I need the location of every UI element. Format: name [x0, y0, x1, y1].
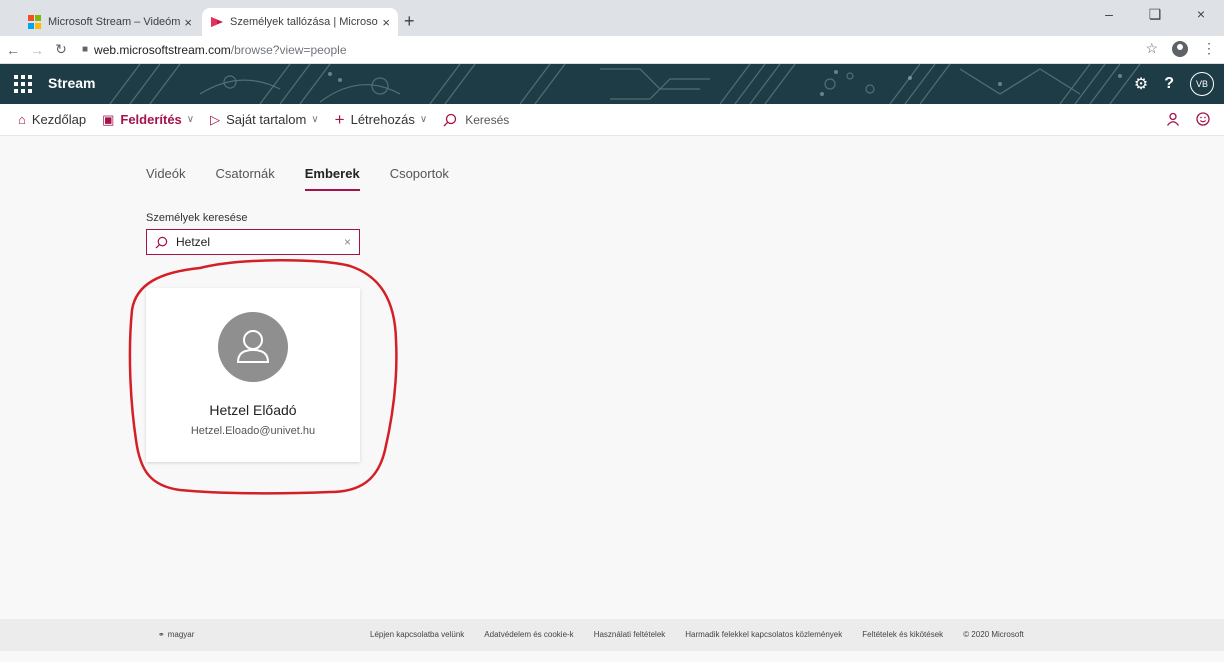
tab-title: Microsoft Stream – Videómegosz: [48, 16, 181, 28]
app-brand[interactable]: Stream: [48, 75, 95, 91]
pivot-groups[interactable]: Csoportok: [390, 166, 449, 191]
bookmark-star-icon[interactable]: ☆: [1145, 40, 1158, 57]
language-label: magyar: [167, 630, 195, 639]
forward-arrow-icon[interactable]: →: [26, 42, 48, 58]
stream-play-icon: [211, 17, 223, 27]
footer-link-privacy[interactable]: Adatvédelem és cookie-k: [484, 630, 573, 639]
reload-icon[interactable]: ↻: [50, 41, 72, 58]
search-icon: [155, 236, 168, 248]
nav-discover[interactable]: ▣ Felderítés ∨: [102, 112, 194, 128]
smiley-feedback-icon[interactable]: [1196, 112, 1210, 126]
person-avatar: [218, 312, 288, 382]
language-selector[interactable]: ⚭ magyar: [158, 630, 194, 639]
nav-search-label: Keresés: [465, 112, 510, 127]
url-field[interactable]: web.microsoftstream.com/browse?view=peop…: [94, 43, 346, 57]
search-icon: [443, 113, 457, 126]
tab-title: Személyek tallózása | Microsoft S: [230, 16, 379, 28]
person-placeholder-icon: [236, 330, 270, 363]
people-search-label: Személyek keresése: [146, 212, 248, 224]
app-header: Stream ⚙ ? VB: [0, 64, 1224, 104]
pivot-channels[interactable]: Csatornák: [216, 166, 275, 191]
url-host: web.microsoftstream.com: [94, 42, 231, 57]
nav-my-content[interactable]: ▷ Saját tartalom ∨: [210, 112, 319, 128]
browse-pivots: Videók Csatornák Emberek Csoportok: [146, 166, 479, 191]
lock-icon: ■: [82, 44, 89, 55]
person-icon[interactable]: [1166, 112, 1180, 126]
back-arrow-icon[interactable]: ←: [2, 42, 24, 58]
browser-tab-stream-video[interactable]: Microsoft Stream – Videómegosz ×: [20, 8, 200, 36]
new-tab-button[interactable]: +: [404, 12, 415, 30]
page-bottom: [0, 651, 1224, 662]
nav-create[interactable]: + Létrehozás ∨: [335, 110, 428, 130]
header-circuit-pattern: [109, 64, 1141, 104]
footer-link-contact[interactable]: Lépjen kapcsolatba velünk: [370, 630, 464, 639]
chevron-down-icon: ∨: [419, 114, 428, 125]
nav-my-content-label: Saját tartalom: [226, 112, 307, 127]
footer-link-terms-of-use[interactable]: Használati feltételek: [594, 630, 666, 639]
help-icon[interactable]: ?: [1164, 75, 1174, 93]
profile-icon[interactable]: [1172, 40, 1188, 57]
window-controls: – ❑ ×: [1086, 0, 1224, 28]
menu-kebab-icon[interactable]: ⋮: [1202, 40, 1216, 57]
app-launcher-icon[interactable]: [14, 75, 32, 93]
settings-gear-icon[interactable]: ⚙: [1134, 74, 1148, 94]
chevron-down-icon: ∨: [311, 114, 319, 125]
chevron-down-icon: ∨: [186, 114, 195, 125]
user-avatar[interactable]: VB: [1190, 72, 1214, 96]
nav-create-label: Létrehozás: [350, 112, 415, 127]
my-content-icon: ▷: [210, 111, 221, 127]
pivot-people[interactable]: Emberek: [304, 166, 360, 191]
nav-home-label: Kezdőlap: [31, 112, 87, 127]
person-card[interactable]: Hetzel Előadó Hetzel.Eloado@univet.hu: [146, 288, 360, 462]
close-window-icon[interactable]: ×: [1178, 0, 1224, 28]
close-tab-icon[interactable]: ×: [184, 15, 192, 30]
pivot-videos[interactable]: Videók: [146, 166, 186, 191]
command-bar: ⌂ Kezdőlap ▣ Felderítés ∨ ▷ Saját tartal…: [0, 104, 1224, 136]
nav-discover-label: Felderítés: [120, 112, 182, 127]
people-search-box: ×: [146, 229, 360, 255]
person-email: Hetzel.Eloado@univet.hu: [190, 425, 316, 437]
footer-copyright: © 2020 Microsoft: [963, 630, 1024, 639]
browser-tab-bar: Microsoft Stream – Videómegosz × Személy…: [0, 0, 1224, 36]
restore-icon[interactable]: ❑: [1132, 0, 1178, 28]
nav-search[interactable]: Keresés: [443, 113, 509, 127]
minimize-icon[interactable]: –: [1086, 0, 1132, 28]
footer: ⚭ magyar Lépjen kapcsolatba velünk Adatv…: [0, 619, 1224, 651]
people-search-input[interactable]: [174, 234, 344, 250]
url-path: /browse?view=people: [230, 42, 347, 57]
person-name: Hetzel Előadó: [209, 402, 297, 418]
plus-icon: +: [334, 109, 345, 129]
close-tab-icon[interactable]: ×: [382, 15, 390, 30]
discover-icon: ▣: [102, 111, 115, 127]
nav-home[interactable]: ⌂ Kezdőlap: [18, 112, 86, 127]
address-bar: ← → ↻ ■ web.microsoftstream.com/browse?v…: [0, 36, 1224, 64]
browser-tab-people[interactable]: Személyek tallózása | Microsoft S ×: [202, 8, 398, 36]
clear-search-icon[interactable]: ×: [344, 235, 351, 249]
globe-icon: ⚭: [158, 630, 165, 639]
footer-link-terms[interactable]: Feltételek és kikötések: [862, 630, 943, 639]
footer-link-third-party[interactable]: Harmadik felekkel kapcsolatos közleménye…: [685, 630, 842, 639]
microsoft-logo-icon: [28, 15, 42, 29]
home-icon: ⌂: [18, 112, 26, 127]
